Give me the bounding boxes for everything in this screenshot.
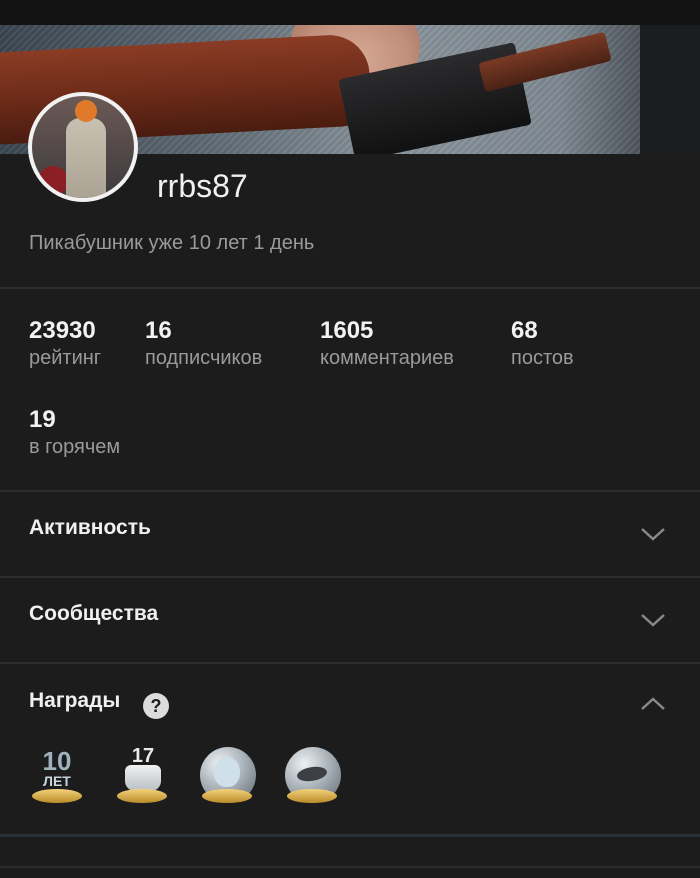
stat-label: подписчиков <box>145 347 263 369</box>
member-since-text: Пикабушник уже 10 лет 1 день <box>29 232 315 254</box>
section-awards-title[interactable]: Награды <box>29 689 120 713</box>
stat-value: 16 <box>145 317 172 344</box>
help-icon[interactable]: ? <box>143 693 169 719</box>
chevron-up-icon[interactable] <box>640 696 666 712</box>
award-text: ЛЕТ <box>43 773 71 789</box>
status-bar <box>0 0 700 25</box>
avatar[interactable] <box>28 92 138 202</box>
stat-label: постов <box>511 347 574 369</box>
divider <box>0 576 700 578</box>
stat-label: в горячем <box>29 436 121 458</box>
username: rrbs87 <box>157 168 248 204</box>
stat-label: комментариев <box>320 347 454 369</box>
stat-subscribers[interactable]: 16 подписчиков <box>145 317 262 371</box>
stat-value: 23930 <box>29 317 96 344</box>
divider <box>0 834 700 837</box>
bunny-globe-award-icon[interactable] <box>198 747 258 807</box>
stat-comments[interactable]: 1605 комментариев <box>320 317 454 371</box>
divider <box>0 866 700 868</box>
birthday-cake-award-icon[interactable]: 17 <box>113 745 173 807</box>
stat-value: 19 <box>29 406 56 433</box>
chevron-down-icon[interactable] <box>640 612 666 628</box>
stat-value: 68 <box>511 317 538 344</box>
divider <box>0 287 700 289</box>
stat-value: 1605 <box>320 317 374 344</box>
section-activity-title[interactable]: Активность <box>29 516 151 540</box>
stat-hot[interactable]: 19 в горячем <box>29 406 120 460</box>
chevron-down-icon[interactable] <box>640 526 666 542</box>
stat-label: рейтинг <box>29 347 102 369</box>
award-text: 10 <box>42 746 72 776</box>
bird-globe-award-icon[interactable] <box>283 747 343 807</box>
ten-years-award-icon[interactable]: 10 ЛЕТ <box>28 747 88 807</box>
stat-rating[interactable]: 23930 рейтинг <box>29 317 101 371</box>
stat-posts[interactable]: 68 постов <box>511 317 574 371</box>
divider <box>0 490 700 492</box>
section-communities-title[interactable]: Сообщества <box>29 602 158 626</box>
divider <box>0 662 700 664</box>
